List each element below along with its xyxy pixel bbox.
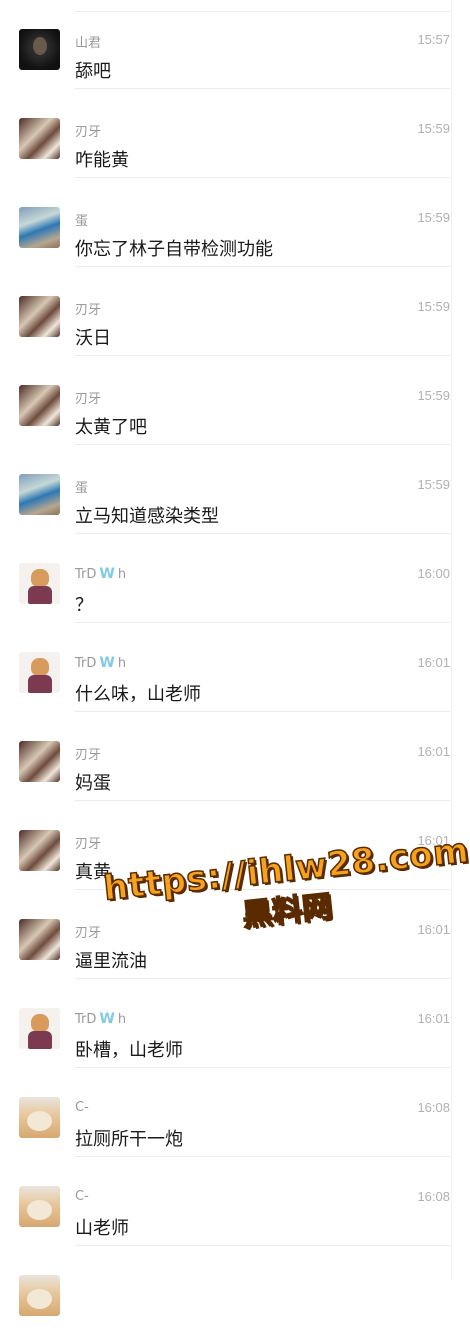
avatar[interactable] [19,1008,60,1049]
message-time: 15:59 [417,210,450,225]
message-time: 16:08 [417,1100,450,1115]
message-row[interactable]: 刃牙 16:01 妈蛋 [0,712,470,801]
avatar[interactable] [19,830,60,871]
avatar[interactable] [19,474,60,515]
avatar[interactable] [19,1186,60,1227]
message-text: 拉厕所干一炮 [75,1129,183,1150]
message-time: 15:59 [417,299,450,314]
sender-name: TrD Wh [75,655,127,671]
message-text: 真黄 [75,862,111,883]
sender-name: C- [75,1100,89,1115]
sender-name: 刃牙 [75,748,102,763]
message-text: 逼里流油 [75,951,147,972]
message-row[interactable]: 蛋 15:59 立马知道感染类型 [0,445,470,534]
message-time: 16:08 [417,1189,450,1204]
sender-name: TrD Wh [75,1011,127,1027]
avatar[interactable] [19,563,60,604]
message-row[interactable]: 山君 15:57 舔吧 [0,0,470,89]
message-row[interactable]: 刃牙 15:59 太黄了吧 [0,356,470,445]
message-row[interactable]: 刃牙 16:01 逼里流油 [0,890,470,979]
avatar[interactable] [19,1097,60,1138]
message-time: 16:01 [417,922,450,937]
message-row[interactable]: 刃牙 15:59 咋能黄 [0,89,470,178]
message-text: 咋能黄 [75,150,129,171]
sender-name: 刃牙 [75,303,102,318]
sender-name: 刃牙 [75,837,102,852]
sender-name: 蛋 [75,214,89,229]
sender-name: 刃牙 [75,392,102,407]
message-time: 16:01 [417,833,450,848]
avatar[interactable] [19,919,60,960]
message-time: 15:59 [417,121,450,136]
sender-name: TrD Wh [75,566,127,582]
avatar[interactable] [19,207,60,248]
sender-name: 蛋 [75,481,89,496]
avatar[interactable] [19,118,60,159]
message-row[interactable]: TrD Wh 16:01 什么味，山老师 [0,623,470,712]
message-text: 卧槽，山老师 [75,1040,183,1061]
message-time: 16:01 [417,744,450,759]
message-text: 立马知道感染类型 [75,506,219,527]
message-row[interactable]: 刃牙 16:01 真黄 [0,801,470,890]
message-text: 你忘了林子自带检测功能 [75,239,273,260]
message-row[interactable]: C- 16:08 山老师 [0,1157,470,1246]
message-text: 什么味，山老师 [75,684,201,705]
avatar[interactable] [19,652,60,693]
wechat-work-badge: W [99,1011,115,1027]
message-time: 15:59 [417,388,450,403]
avatar[interactable] [19,296,60,337]
message-text: 舔吧 [75,61,111,82]
message-row-partial[interactable] [0,1246,470,1334]
sender-name: 山君 [75,36,102,51]
message-time: 16:00 [417,566,450,581]
message-row[interactable]: 蛋 15:59 你忘了林子自带检测功能 [0,178,470,267]
message-row[interactable]: TrD Wh 16:00 ？ [0,534,470,623]
avatar[interactable] [19,385,60,426]
message-row[interactable]: TrD Wh 16:01 卧槽，山老师 [0,979,470,1068]
wechat-work-badge: W [99,655,115,671]
avatar[interactable] [19,1275,60,1316]
avatar[interactable] [19,741,60,782]
sender-name: 刃牙 [75,125,102,140]
message-time: 15:59 [417,477,450,492]
message-text: ？ [75,595,93,616]
wechat-work-badge: W [99,566,115,582]
message-row[interactable]: C- 16:08 拉厕所干一炮 [0,1068,470,1157]
avatar[interactable] [19,29,60,70]
message-time: 15:57 [417,32,450,47]
sender-name: C- [75,1189,89,1204]
message-text: 太黄了吧 [75,417,147,438]
message-text: 沃日 [75,328,111,349]
message-time: 16:01 [417,655,450,670]
sender-name: 刃牙 [75,926,102,941]
message-time: 16:01 [417,1011,450,1026]
message-row[interactable]: 刃牙 15:59 沃日 [0,267,470,356]
message-text: 山老师 [75,1218,129,1239]
message-text: 妈蛋 [75,773,111,794]
